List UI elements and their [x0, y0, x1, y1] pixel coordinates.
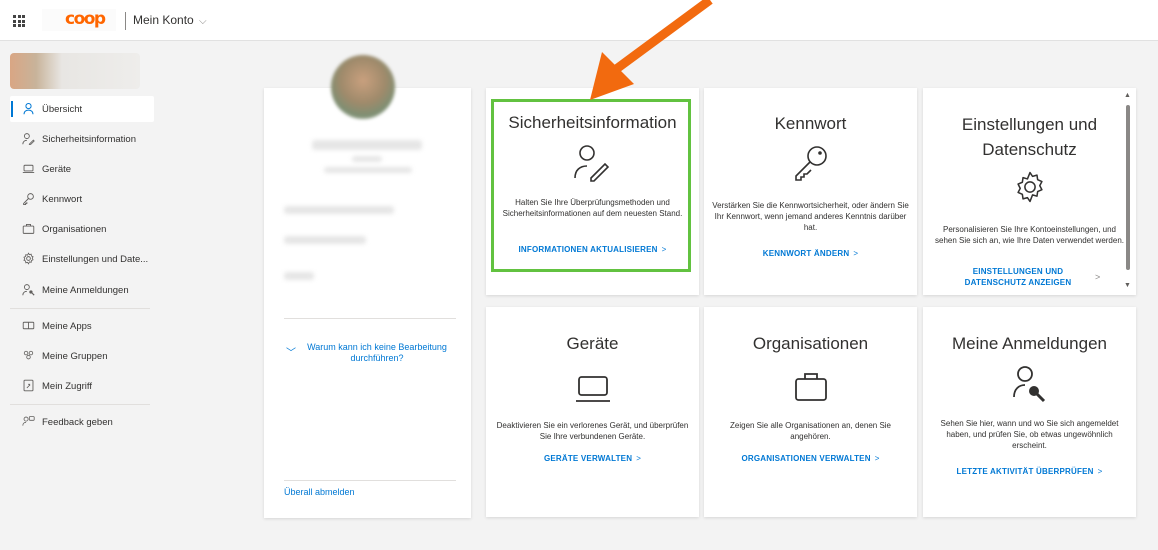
person-key-icon [1012, 366, 1045, 403]
profile-divider [284, 318, 456, 319]
groups-icon [23, 350, 34, 360]
coop-logo[interactable]: coop [65, 9, 106, 29]
sidebar-item-security-info[interactable]: Sicherheitsinformation [10, 126, 154, 152]
sidebar-item-label: Meine Gruppen [42, 351, 108, 362]
apps-icon [22, 321, 35, 330]
manage-organizations-link[interactable]: ORGANISATIONEN VERWALTEN > [710, 453, 911, 464]
header-divider [125, 12, 126, 30]
scroll-down-icon[interactable]: ▼ [1124, 282, 1131, 289]
person-icon [23, 102, 34, 115]
scrollbar-thumb[interactable] [1126, 105, 1130, 270]
feedback-icon [22, 416, 35, 426]
profile-photo [331, 55, 395, 119]
change-password-link[interactable]: KENNWORT ÄNDERN > [710, 248, 911, 259]
sidebar-item-my-access[interactable]: Mein Zugriff [10, 373, 154, 399]
person-edit-icon [22, 133, 35, 145]
tile-password: Kennwort Verstärken Sie die Kennwortsich… [704, 88, 917, 295]
tile-title: Einstellungen und Datenschutz [961, 115, 1098, 159]
scroll-up-icon[interactable]: ▲ [1124, 92, 1131, 99]
why-cant-edit-text: Warum kann ich keine Bearbeitung durchfü… [307, 342, 447, 363]
sidebar-item-overview[interactable]: Übersicht [10, 96, 154, 122]
laptop-icon [575, 376, 610, 402]
briefcase-icon [22, 223, 35, 234]
blurred-detail [324, 167, 412, 173]
briefcase-icon [794, 373, 827, 401]
chevron-right-icon: > [1095, 272, 1101, 282]
sign-out-everywhere-link[interactable]: Überall abmelden [284, 487, 355, 497]
user-avatar [10, 53, 140, 89]
view-settings-privacy-link[interactable]: EINSTELLUNGEN UND DATENSCHUTZ ANZEIGEN [943, 266, 1093, 288]
sidebar-divider [10, 308, 150, 309]
account-label: Mein Konto [133, 13, 194, 27]
review-recent-activity-link[interactable]: LETZTE AKTIVITÄT ÜBERPRÜFEN > [929, 466, 1130, 477]
sidebar-item-label: Übersicht [42, 104, 83, 115]
annotation-arrow-icon [590, 0, 713, 100]
sidebar-item-label: Kennwort [42, 194, 83, 205]
laptop-icon [22, 164, 35, 174]
sidebar-item-password[interactable]: Kennwort [10, 186, 154, 212]
person-key-icon [22, 284, 35, 296]
tile-devices: Geräte Deaktivieren Sie ein verlorenes G… [486, 307, 699, 517]
tile-description: Verstärken Sie die Kennwortsicherheit, o… [712, 201, 909, 232]
sidebar-item-settings-privacy[interactable]: Einstellungen und Date... [10, 246, 154, 272]
profile-card: ﹀ Warum kann ich keine Bearbeitung durch… [264, 55, 471, 518]
tile-description: Deaktivieren Sie ein verlorenes Gerät, u… [496, 421, 689, 441]
blurred-detail [284, 236, 366, 244]
sidebar-item-label: Organisationen [42, 224, 107, 235]
sidebar-item-my-signins[interactable]: Meine Anmeldungen [10, 277, 154, 303]
sidebar-item-feedback[interactable]: Feedback geben [10, 409, 154, 435]
chevron-right-icon: > [1097, 467, 1103, 476]
sidebar-item-organizations[interactable]: Organisationen [10, 216, 154, 242]
gear-icon [23, 252, 34, 265]
tile-my-signins: Meine Anmeldungen Sehen Sie hier, wann u… [923, 307, 1136, 517]
app-launcher-icon[interactable] [13, 15, 25, 27]
sidebar-item-label: Geräte [42, 164, 72, 175]
account-menu[interactable]: Mein Konto ⌵ [133, 13, 207, 27]
chevron-right-icon: > [853, 249, 859, 258]
sidebar-item-label: Meine Apps [42, 321, 92, 332]
tile-title: Organisationen [752, 334, 869, 353]
sidebar-item-my-groups[interactable]: Meine Gruppen [10, 343, 154, 369]
link-label: LETZTE AKTIVITÄT ÜBERPRÜFEN [956, 467, 1094, 476]
link-label: GERÄTE VERWALTEN [543, 454, 633, 463]
profile-divider [284, 480, 456, 481]
sidebar-divider [10, 404, 150, 405]
sidebar-item-devices[interactable]: Geräte [10, 156, 154, 182]
blurred-name [312, 140, 422, 150]
tile-description: Sehen Sie hier, wann und wo Sie sich ang… [940, 419, 1119, 450]
sidebar-item-label: Sicherheitsinformation [42, 134, 136, 145]
tile-settings-privacy: Einstellungen und Datenschutz Personalis… [923, 88, 1136, 295]
key-icon [23, 193, 34, 205]
highlight-frame [491, 99, 691, 272]
link-label: ORGANISATIONEN VERWALTEN [741, 454, 871, 463]
blurred-detail [352, 156, 382, 162]
manage-devices-link[interactable]: GERÄTE VERWALTEN > [492, 453, 693, 464]
chevron-down-icon: ⌵ [199, 16, 207, 27]
blurred-detail [284, 206, 394, 214]
tile-description: Personalisieren Sie Ihre Kontoeinstellun… [935, 225, 1124, 245]
link-label: EINSTELLUNGEN UND DATENSCHUTZ ANZEIGEN [964, 267, 1072, 287]
tile-title: Geräte [566, 334, 619, 353]
blurred-detail [284, 272, 314, 280]
link-label: KENNWORT ÄNDERN [762, 249, 850, 258]
chevron-right-icon: > [636, 454, 642, 463]
chevron-right-icon: > [874, 454, 880, 463]
tile-organizations: Organisationen Zeigen Sie alle Organisat… [704, 307, 917, 517]
key-icon [794, 146, 827, 181]
gear-icon [1016, 171, 1043, 203]
access-icon [23, 379, 34, 392]
chevron-down-icon: ﹀ [286, 348, 296, 359]
sidebar-item-my-apps[interactable]: Meine Apps [10, 313, 154, 339]
sidebar-item-label: Einstellungen und Date... [42, 254, 149, 265]
tile-title: Kennwort [774, 114, 847, 133]
tile-title: Meine Anmeldungen [951, 334, 1107, 353]
sidebar-item-label: Meine Anmeldungen [42, 285, 129, 296]
sidebar-item-label: Mein Zugriff [42, 381, 92, 392]
top-bar: coop Mein Konto ⌵ [0, 0, 1158, 41]
sidebar-item-label: Feedback geben [42, 417, 113, 428]
tile-description: Zeigen Sie alle Organisationen an, denen… [730, 421, 891, 441]
